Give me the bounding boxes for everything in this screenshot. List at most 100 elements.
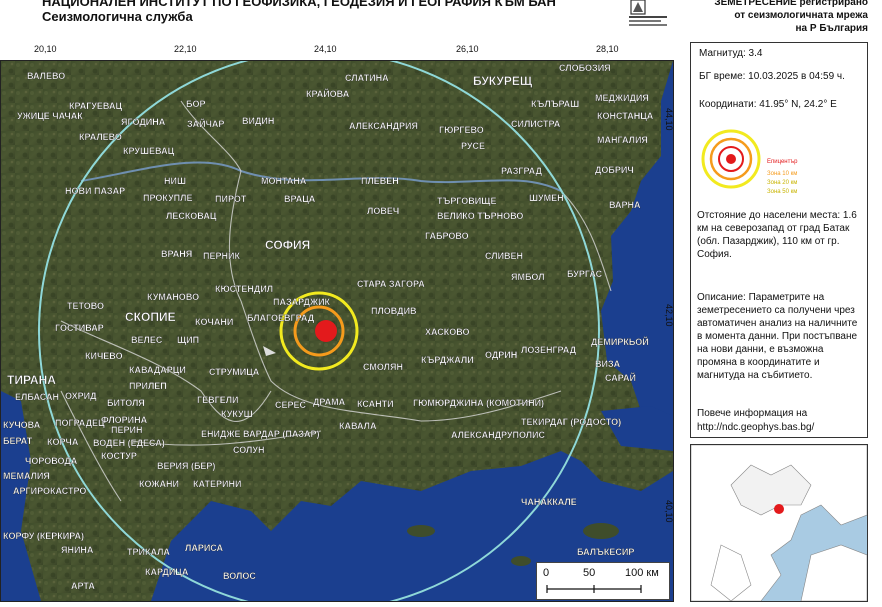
time-text: БГ време: 10.03.2025 в 04:59 ч.	[699, 71, 845, 82]
city-label: ТЕТОВО	[67, 301, 104, 311]
city-label: КАРДИЦА	[145, 567, 189, 577]
description-text: Описание: Параметрите на земетресението …	[697, 292, 858, 381]
city-label: СОФИЯ	[265, 238, 310, 252]
info-panel: Магнитуд: 3.4 БГ време: 10.03.2025 в 04:…	[690, 42, 868, 438]
city-label: АЛЕКСАНДРИЯ	[349, 121, 418, 131]
magnitude-text: Магнитуд: 3.4	[699, 48, 763, 59]
city-label: ЯНИНА	[61, 545, 94, 555]
city-label: БОР	[186, 99, 205, 109]
city-label: ГЕВГЕЛИ	[197, 395, 239, 405]
city-label: МЕМАЛИЯ	[3, 471, 50, 481]
more-info-text: Повече информация на	[697, 408, 808, 419]
city-label: ДОБРИЧ	[595, 165, 634, 175]
city-label: ПРИЛЕП	[129, 381, 167, 391]
city-label: КОСТУР	[101, 451, 137, 461]
city-label: КЪЛЪРАШ	[531, 99, 579, 109]
lon-tick: 24,10	[314, 44, 337, 54]
city-label: КИЧЕВО	[85, 351, 123, 361]
city-label: ПЕРНИК	[203, 251, 240, 261]
city-label: ПАЗАРДЖИК	[273, 297, 331, 307]
city-label: ЯМБОЛ	[511, 272, 545, 282]
city-label: ЕЛБАСАН	[15, 392, 59, 402]
city-label: МАНГАЛИЯ	[597, 135, 648, 145]
city-label: СТАРА ЗАГОРА	[357, 279, 425, 289]
lat-tick: 44,10	[664, 108, 674, 131]
city-label: ШУМЕН	[529, 193, 564, 203]
city-label: КРУШЕВАЦ	[123, 146, 175, 156]
lon-tick: 22,10	[174, 44, 197, 54]
more-info-url[interactable]: http://ndc.geophys.bas.bg/	[697, 421, 863, 434]
city-label: СЛИВЕН	[485, 251, 523, 261]
lon-tick: 26,10	[456, 44, 479, 54]
city-label: ЧОРОВОДА	[25, 456, 78, 466]
city-label: ЕНИДЖЕ ВАРДАР (ПАЗАР)	[201, 429, 320, 439]
lon-tick: 20,10	[34, 44, 57, 54]
city-label: МОНТАНА	[261, 176, 307, 186]
city-label: ВАРНА	[609, 200, 641, 210]
city-label: ТЕКИРДАГ (РОДОСТО)	[521, 417, 621, 427]
inset-epicenter-marker	[774, 504, 784, 514]
city-label: КРАЛЕВО	[79, 132, 122, 142]
map-canvas[interactable]: ВАЛЕВО СЛАТИНА БУКУРЕЩ СЛОБОЗИЯ КРАГУЕВАЦ БОР…	[0, 60, 674, 602]
city-label: ВИДИН	[242, 116, 274, 126]
city-label: СЛОБОЗИЯ	[559, 63, 611, 73]
city-label: СЛАТИНА	[345, 73, 389, 83]
city-label: САРАЙ	[605, 372, 636, 383]
city-label: ПРОКУПЛЕ	[143, 193, 192, 203]
city-label: ПИРОТ	[215, 194, 247, 204]
city-label: ВЕЛЕС	[131, 335, 163, 345]
city-label: ГОСТИВАР	[55, 323, 104, 333]
city-label: СКОПИЕ	[125, 310, 176, 324]
city-label: ВРАНЯ	[161, 249, 192, 259]
city-label: ПЕРИН	[111, 425, 142, 435]
scale-label-0: 0	[543, 567, 550, 579]
distance-text: Отстояние до населени места: 1.6 км на с…	[697, 210, 857, 260]
city-label: ОХРИД	[65, 391, 97, 401]
city-label: ВЕРИЯ (БЕР)	[157, 461, 215, 471]
coords-text: Координати: 41.95° N, 24.2° E	[699, 99, 837, 110]
epicenter-marker	[315, 320, 337, 342]
city-label: КОНСТАНЦА	[597, 111, 654, 121]
city-label: КРАГУЕВАЦ	[69, 101, 122, 111]
institute-title: НАЦИОНАЛЕН ИНСТИТУТ ПО ГЕОФИЗИКА, ГЕОДЕЗ…	[42, 0, 556, 9]
city-label: КОЖАНИ	[139, 479, 179, 489]
city-label: СЕРЕС	[275, 400, 307, 410]
city-label: УЖИЦЕ ЧАЧАК	[17, 111, 83, 121]
city-label: ГЮМЮРДЖИНА (КОМОТИНИ)	[413, 398, 544, 408]
event-title-line2: от сеизмологичната мрежа	[734, 10, 868, 21]
scale-label-100: 100 км	[625, 567, 659, 579]
city-label: ЗАЙЧАР	[187, 118, 224, 129]
island	[511, 556, 531, 566]
bas-logo	[625, 0, 671, 30]
city-label: ВОЛОС	[223, 571, 256, 581]
city-label: КСАНТИ	[357, 399, 394, 409]
city-label: ВРАЦА	[284, 194, 316, 204]
city-label: ДЕМИРКЬОЙ	[591, 336, 649, 347]
city-label: КАВАЛА	[339, 421, 377, 431]
city-label: КРАЙОВА	[306, 88, 350, 99]
city-label: КУМАНОВО	[147, 292, 199, 302]
city-label: ЛОЗЕНГРАД	[521, 345, 577, 355]
city-label: РАЗГРАД	[501, 166, 542, 176]
city-label: ЛЕСКОВАЦ	[166, 211, 217, 221]
city-label: ВАЛЕВО	[27, 71, 65, 81]
city-label: КУКУШ	[221, 409, 253, 419]
city-label: АРТА	[71, 581, 95, 591]
event-title: ЗЕМЕТРЕСЕНИЕ регистрирано от сеизмологич…	[690, 0, 882, 40]
city-label: СТРУМИЦА	[209, 367, 260, 377]
city-label: ТИРАНА	[7, 373, 56, 387]
city-label: КОРЧА	[47, 437, 79, 447]
city-label: РУСЕ	[461, 141, 485, 151]
lat-tick: 42,10	[664, 304, 674, 327]
city-label: КУЧОВА	[3, 420, 41, 430]
city-label: ВИЗА	[595, 359, 621, 369]
city-label: ТРИКАЛА	[127, 547, 170, 557]
lat-tick: 40,10	[664, 500, 674, 523]
lon-tick: 28,10	[596, 44, 619, 54]
island	[583, 523, 619, 539]
city-label: МЕДЖИДИЯ	[595, 93, 649, 103]
city-label: ВОДЕН (ЕДЕСА)	[93, 438, 165, 448]
city-label: СИЛИСТРА	[511, 119, 561, 129]
city-label: ЛОВЕЧ	[367, 206, 399, 216]
city-label: БАЛЪКЕСИР	[577, 547, 634, 557]
